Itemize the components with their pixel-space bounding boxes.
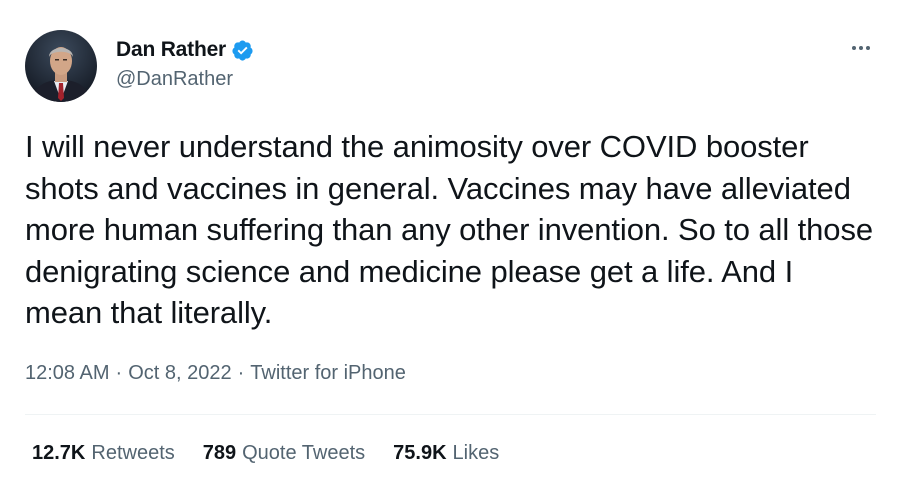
author-display-name[interactable]: Dan Rather [116,38,226,62]
meta-separator: · [237,362,245,384]
likes-stat[interactable]: 75.9K Likes [393,442,499,465]
quote-tweets-label: Quote Tweets [242,442,366,464]
likes-label: Likes [452,442,500,464]
likes-count: 75.9K [393,442,447,464]
retweets-label: Retweets [91,442,175,464]
divider [25,414,876,415]
retweets-stat[interactable]: 12.7K Retweets [32,442,175,465]
tweet-text: I will never understand the animosity ov… [25,129,873,330]
verified-badge-icon [231,39,254,62]
tweet-date[interactable]: Oct 8, 2022 [128,362,231,385]
author-handle[interactable]: @DanRather [116,68,233,91]
more-options-icon[interactable] [846,38,876,58]
quote-tweets-stat[interactable]: 789 Quote Tweets [203,442,365,465]
tweet-card: Dan Rather @DanRather I will never under… [0,0,899,485]
tweet-time[interactable]: 12:08 AM [25,362,110,385]
quote-tweets-count: 789 [202,442,237,464]
tweet-meta: 12:08 AM · Oct 8, 2022 · Twitter for iPh… [25,362,406,385]
engagement-stats: 12.7K Retweets 789 Quote Tweets 75.9K Li… [32,442,527,465]
meta-separator: · [115,362,123,384]
avatar[interactable] [25,30,97,102]
retweets-count: 12.7K [32,442,86,464]
author-name-row: Dan Rather [116,36,254,64]
tweet-source[interactable]: Twitter for iPhone [250,362,406,385]
